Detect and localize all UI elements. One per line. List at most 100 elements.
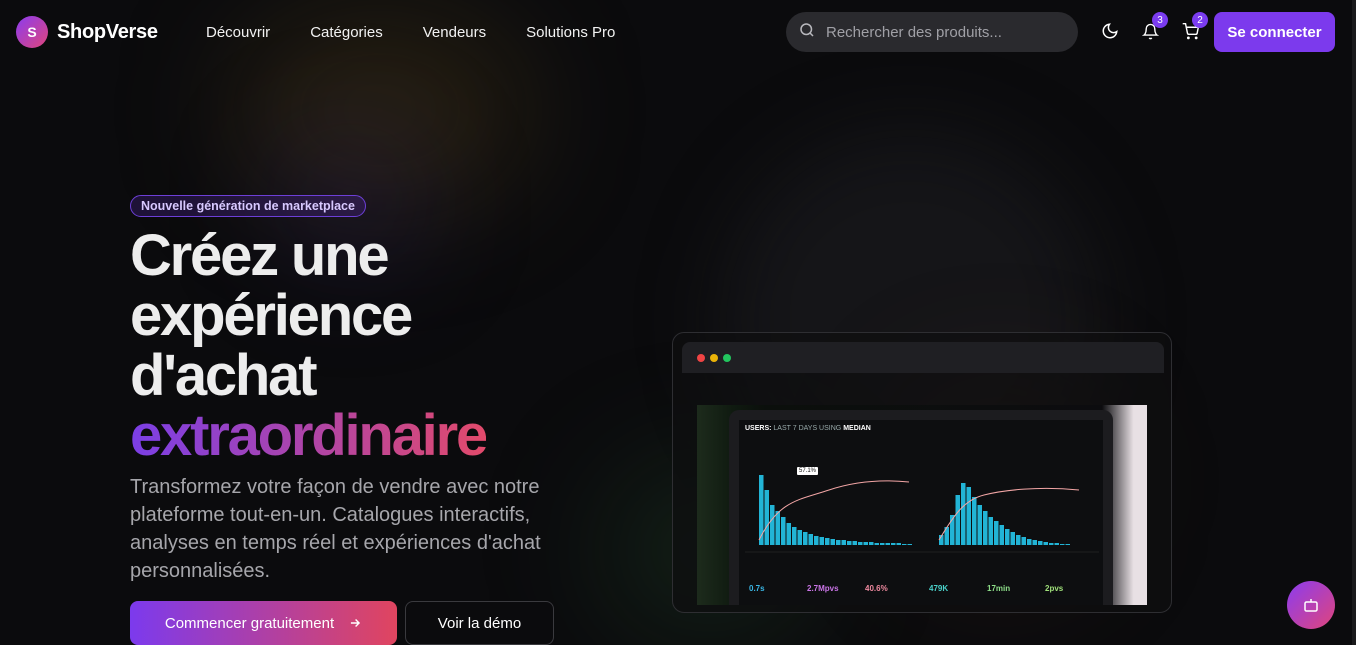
histogram-bar xyxy=(1049,543,1054,545)
histogram-bar xyxy=(966,487,971,545)
close-dot xyxy=(697,353,705,362)
histogram-bar xyxy=(1027,539,1032,545)
logo-mark: S xyxy=(16,16,48,48)
histogram-bar xyxy=(841,540,846,545)
demo-button[interactable]: Voir la démo xyxy=(405,601,554,645)
histogram-bar xyxy=(764,490,769,545)
hero-subtitle: Transformez votre façon de vendre avec n… xyxy=(130,476,541,582)
histogram-bar xyxy=(983,511,988,545)
hero-title: Créez une expérience d'achat extraordina… xyxy=(130,226,610,466)
histogram-bar xyxy=(781,517,786,545)
search-icon xyxy=(798,21,816,44)
preview-window: USERS: LAST 7 DAYS USING MEDIAN 57.1% 0.… xyxy=(672,332,1172,613)
histogram-bar xyxy=(880,543,885,545)
stat-page-views: 2.7Mpvs xyxy=(807,584,839,593)
histogram-bar xyxy=(1032,540,1037,545)
histogram-right xyxy=(939,483,1070,545)
analytics-dashboard: USERS: LAST 7 DAYS USING MEDIAN 57.1% 0.… xyxy=(739,420,1103,605)
monitor: USERS: LAST 7 DAYS USING MEDIAN 57.1% 0.… xyxy=(729,410,1113,605)
histogram-bar xyxy=(885,543,890,545)
histogram-bar xyxy=(1016,535,1021,545)
histogram-bar xyxy=(1005,529,1010,545)
histogram-bar xyxy=(896,543,901,545)
histogram-bar xyxy=(994,521,999,545)
histogram-bar xyxy=(977,505,982,545)
theme-toggle[interactable] xyxy=(1099,20,1121,42)
nav-link-solutions-pro[interactable]: Solutions Pro xyxy=(526,24,615,41)
histogram-bar xyxy=(770,505,775,545)
cart-badge: 2 xyxy=(1192,12,1208,28)
nav-link-vendeurs[interactable]: Vendeurs xyxy=(423,24,486,41)
hero-title-line: Créez une xyxy=(130,223,390,288)
navbar: S ShopVerse Découvrir Catégories Vendeur… xyxy=(0,0,1356,64)
histogram-bar xyxy=(852,541,857,545)
histogram-bar xyxy=(836,540,841,545)
histogram-bar xyxy=(902,544,907,545)
histogram-bar xyxy=(1054,543,1059,545)
stat-page-load: 0.7s xyxy=(749,584,765,593)
histogram-bar xyxy=(797,530,802,545)
histogram-bar xyxy=(972,497,977,545)
histogram-bar xyxy=(1065,544,1070,545)
login-button[interactable]: Se connecter xyxy=(1214,12,1335,52)
chat-assistant-button[interactable] xyxy=(1287,581,1335,629)
stat-pvs-per-session: 2pvs xyxy=(1045,584,1064,593)
histogram-bar xyxy=(1043,542,1048,545)
histogram-bar xyxy=(786,523,791,545)
start-free-button[interactable]: Commencer gratuitement xyxy=(130,601,397,645)
histogram-bar xyxy=(1060,544,1065,545)
start-free-label: Commencer gratuitement xyxy=(164,614,335,632)
histogram-bar xyxy=(759,475,764,545)
hero-pill: Nouvelle génération de marketplace xyxy=(130,195,366,217)
dashboard-tooltip: 57.1% xyxy=(797,467,819,475)
stat-bounce-rate: 40.6% xyxy=(865,584,888,593)
brand-logo[interactable]: S ShopVerse xyxy=(16,16,158,48)
window-titlebar xyxy=(682,342,1164,373)
hero-title-highlight: extraordinaire xyxy=(130,403,488,468)
histogram-bar xyxy=(869,542,874,545)
histogram-bar xyxy=(830,539,835,545)
histogram-bar xyxy=(1010,532,1015,545)
dashboard-graphs xyxy=(745,475,1099,553)
brand-name: ShopVerse xyxy=(57,20,158,43)
histogram-bar xyxy=(858,542,863,545)
stat-session-length: 17min xyxy=(987,584,1011,593)
histogram-bar xyxy=(891,543,896,545)
histogram-bar xyxy=(814,536,819,545)
page-scrollbar[interactable] xyxy=(1352,0,1356,645)
histogram-bar xyxy=(961,483,966,545)
minimize-dot xyxy=(710,353,718,362)
histogram-bar xyxy=(819,537,824,545)
histogram-bar xyxy=(874,543,879,545)
hero-title-line: d'achat xyxy=(130,343,318,408)
dashboard-screenshot: USERS: LAST 7 DAYS USING MEDIAN 57.1% 0.… xyxy=(697,405,1147,605)
cart-button[interactable]: 2 xyxy=(1179,12,1208,42)
nav-link-categories[interactable]: Catégories xyxy=(310,24,383,41)
histogram-bar xyxy=(808,534,813,545)
main-nav: Découvrir Catégories Vendeurs Solutions … xyxy=(206,0,615,64)
arrow-right-icon xyxy=(351,619,361,627)
histogram-bar xyxy=(1038,541,1043,545)
moon-icon xyxy=(1102,23,1118,39)
histogram-bar xyxy=(955,495,960,545)
histogram-bar xyxy=(988,517,993,545)
search-input[interactable] xyxy=(826,23,1056,41)
histogram-left xyxy=(759,475,912,545)
histogram-bar xyxy=(1021,537,1026,545)
notifications-badge: 3 xyxy=(1152,12,1168,28)
histogram-bar xyxy=(847,541,852,545)
histogram-bar xyxy=(803,532,808,545)
histogram-bar xyxy=(792,527,797,545)
maximize-dot xyxy=(723,353,731,362)
hero-title-line: expérience xyxy=(130,283,413,348)
nav-link-decouvrir[interactable]: Découvrir xyxy=(206,24,270,41)
search-bar xyxy=(786,12,1078,52)
notifications-button[interactable]: 3 xyxy=(1139,12,1168,42)
bot-icon xyxy=(1304,599,1318,612)
histogram-bar xyxy=(863,542,868,545)
histogram-bar xyxy=(999,525,1004,545)
stat-sessions: 479K xyxy=(929,584,949,593)
histogram-bar xyxy=(907,544,912,545)
histogram-bar xyxy=(775,511,780,545)
histogram-bar xyxy=(825,538,830,545)
